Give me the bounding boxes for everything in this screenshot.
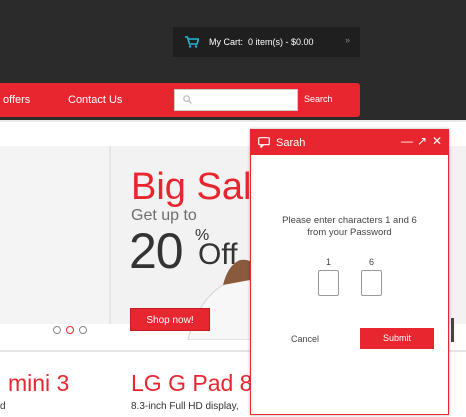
chat-header: Sarah — ↗ ✕ bbox=[251, 130, 448, 155]
scrollbar[interactable] bbox=[451, 318, 454, 342]
slider-left-panel bbox=[0, 146, 111, 334]
main-nav: offers Contact Us Search bbox=[0, 83, 360, 117]
cart-dropdown[interactable]: My Cart: 0 item(s) - $0.00 » bbox=[173, 27, 360, 57]
chat-popup: Sarah — ↗ ✕ Please enter characters 1 an… bbox=[250, 129, 449, 415]
search-input[interactable] bbox=[195, 92, 295, 110]
product-description: 8.3-inch Full HD display, bbox=[131, 401, 239, 412]
search-box bbox=[174, 89, 298, 111]
char-label-6: 6 bbox=[369, 257, 375, 267]
chat-title: Sarah bbox=[276, 137, 306, 149]
product-title[interactable]: LG G Pad 8 bbox=[131, 370, 252, 397]
cart-summary: 0 item(s) - $0.00 bbox=[248, 37, 314, 47]
chevron-down-icon: » bbox=[344, 35, 350, 45]
nav-item-offers[interactable]: offers bbox=[3, 94, 30, 106]
slider-dots bbox=[53, 326, 87, 334]
product-description: d bbox=[0, 401, 6, 412]
password-prompt: Please enter characters 1 and 6 from you… bbox=[282, 215, 417, 238]
char-label-1: 1 bbox=[326, 257, 332, 267]
slider-dot[interactable] bbox=[79, 326, 87, 334]
chat-bubble-icon bbox=[258, 137, 270, 148]
cart-label: My Cart: 0 item(s) - $0.00 bbox=[209, 37, 314, 47]
nav-item-contact-us[interactable]: Contact Us bbox=[68, 94, 122, 106]
close-icon[interactable]: ✕ bbox=[432, 134, 442, 148]
slider-dot[interactable] bbox=[53, 326, 61, 334]
product-title[interactable]: mini 3 bbox=[8, 370, 69, 397]
expand-icon[interactable]: ↗ bbox=[417, 134, 427, 148]
site-header: My Cart: 0 item(s) - $0.00 » offers Cont… bbox=[0, 0, 466, 120]
shop-now-button[interactable]: Shop now! bbox=[130, 308, 210, 331]
minimize-icon[interactable]: — bbox=[401, 134, 413, 148]
password-char-input-6[interactable] bbox=[361, 270, 382, 296]
slider-dot-active[interactable] bbox=[66, 326, 74, 334]
search-button[interactable]: Search bbox=[304, 94, 333, 104]
password-char-input-1[interactable] bbox=[318, 270, 339, 296]
cancel-button[interactable]: Cancel bbox=[291, 334, 319, 344]
submit-button[interactable]: Submit bbox=[360, 328, 434, 349]
cart-icon bbox=[185, 36, 199, 48]
search-icon bbox=[183, 95, 192, 104]
